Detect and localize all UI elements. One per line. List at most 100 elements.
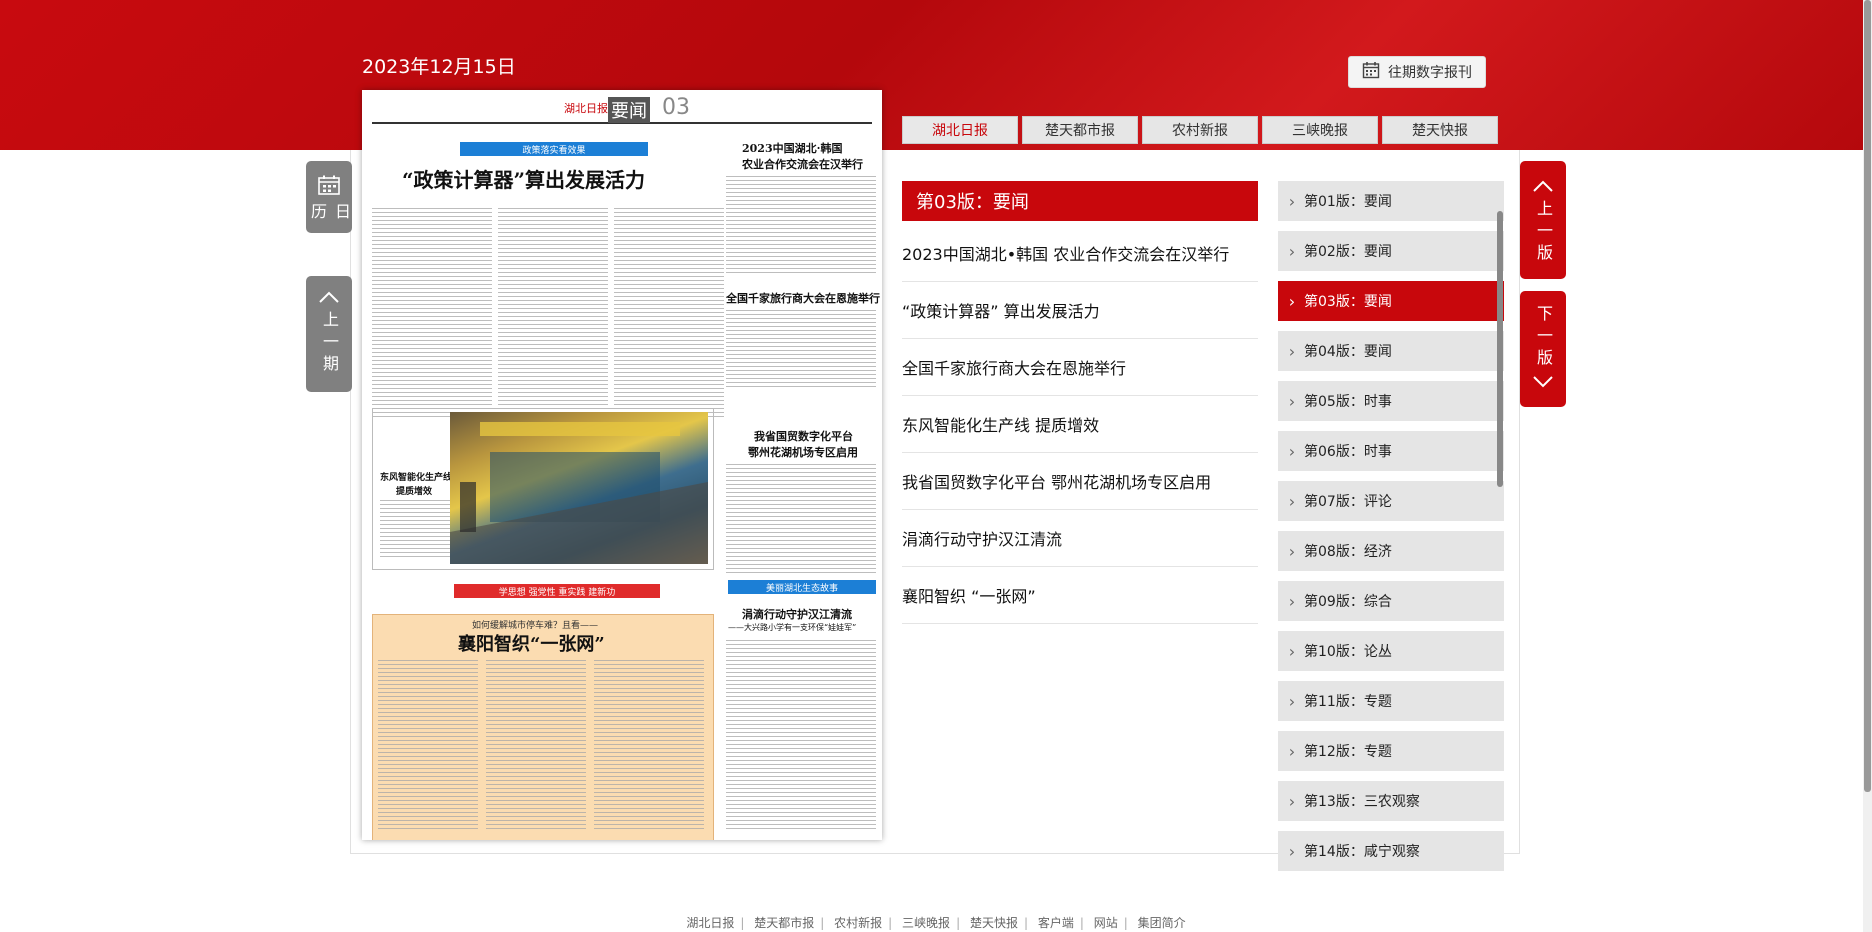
archive-button[interactable]: 往期数字报刊	[1348, 56, 1486, 88]
calendar-icon	[318, 175, 340, 199]
newspaper-headline-dongfeng-1: 东风智能化生产线	[380, 473, 453, 483]
newspaper-text-block	[726, 176, 876, 276]
edition-label: 第12版：专题	[1304, 744, 1392, 760]
edition-label: 第10版：论丛	[1304, 644, 1392, 660]
edition-item[interactable]: › 第05版：时事	[1278, 381, 1504, 421]
newspaper-text-block	[726, 640, 876, 830]
calendar-label: 日历	[308, 203, 351, 225]
tab-chutian-metropolis[interactable]: 楚天都市报	[1022, 116, 1138, 144]
footer-link[interactable]: 农村新报	[834, 916, 882, 930]
edition-item[interactable]: › 第09版：综合	[1278, 581, 1504, 621]
newspaper-headline-xiangyang: 襄阳智织“一张网”	[458, 634, 605, 655]
edition-item[interactable]: › 第11版：专题	[1278, 681, 1504, 721]
chevron-right-icon: ›	[1288, 691, 1296, 711]
newspaper-headline-tour: 全国千家旅行商大会在恩施举行	[726, 292, 880, 305]
footer-link[interactable]: 三峡晚报	[902, 916, 950, 930]
newspaper-section: 要闻	[608, 97, 650, 123]
edition-label: 第05版：时事	[1304, 394, 1392, 410]
calendar-icon	[1362, 61, 1380, 83]
newspaper-banner-eco: 美丽湖北生态故事	[728, 580, 876, 594]
newspaper-text-block	[378, 660, 478, 832]
footer-link[interactable]: 集团简介	[1138, 916, 1186, 930]
newspaper-subhead-river: ——大兴路小学有一支环保“娃娃军”	[728, 623, 857, 632]
footer-link[interactable]: 湖北日报	[686, 916, 734, 930]
edition-list-scrollbar[interactable]	[1497, 211, 1503, 487]
edition-item[interactable]: › 第06版：时事	[1278, 431, 1504, 471]
chevron-right-icon: ›	[1288, 791, 1296, 811]
newspaper-headline-trade-2: 鄂州花湖机场专区启用	[748, 446, 858, 459]
prev-issue-label: 上一期	[320, 311, 339, 377]
chevron-right-icon: ›	[1288, 541, 1296, 561]
edition-item[interactable]: › 第10版：论丛	[1278, 631, 1504, 671]
chevron-right-icon: ›	[1288, 191, 1296, 211]
prev-page-button[interactable]: 上一版	[1520, 161, 1566, 279]
newspaper-text-block	[614, 208, 724, 418]
next-page-label: 下一版	[1534, 305, 1553, 371]
edition-label: 第01版：要闻	[1304, 194, 1392, 210]
article-link[interactable]: “政策计算器” 算出发展活力	[902, 282, 1258, 339]
tab-hubei-daily[interactable]: 湖北日报	[902, 116, 1018, 144]
article-link[interactable]: 全国千家旅行商大会在恩施举行	[902, 339, 1258, 396]
chevron-right-icon: ›	[1288, 841, 1296, 861]
tab-three-gorges-evening[interactable]: 三峡晚报	[1262, 116, 1378, 144]
chevron-right-icon: ›	[1288, 341, 1296, 361]
tab-rural-news[interactable]: 农村新报	[1142, 116, 1258, 144]
archive-label: 往期数字报刊	[1388, 65, 1472, 81]
newspaper-text-block	[380, 500, 450, 560]
edition-list: › 第01版：要闻 › 第02版：要闻 › 第03版：要闻 › 第04版：要闻 › 第05…	[1278, 181, 1506, 871]
edition-label: 第07版：评论	[1304, 494, 1392, 510]
footer-link[interactable]: 楚天都市报	[754, 916, 814, 930]
newspaper-headline-dongfeng-2: 提质增效	[396, 487, 433, 497]
chevron-up-icon	[318, 288, 340, 307]
edition-label: 第08版：经济	[1304, 544, 1392, 560]
prev-issue-button[interactable]: 上一期	[306, 276, 352, 392]
article-link[interactable]: 襄阳智织 “一张网”	[902, 567, 1258, 624]
newspaper-logo: 湖北日报	[564, 102, 608, 115]
footer-link[interactable]: 客户端	[1038, 916, 1074, 930]
next-page-button[interactable]: 下一版	[1520, 291, 1566, 407]
edition-label: 第06版：时事	[1304, 444, 1392, 460]
edition-item[interactable]: › 第13版：三农观察	[1278, 781, 1504, 821]
newspaper-headline-korea-1: 2023中国湖北·韩国	[742, 142, 843, 155]
newspaper-headline-korea-2: 农业合作交流会在汉举行	[742, 158, 863, 171]
edition-item[interactable]: › 第14版：咸宁观察	[1278, 831, 1504, 871]
page-scrollbar-thumb[interactable]	[1864, 0, 1871, 792]
edition-label: 第14版：咸宁观察	[1304, 844, 1420, 860]
edition-item-active[interactable]: › 第03版：要闻	[1278, 281, 1504, 321]
edition-label: 第02版：要闻	[1304, 244, 1392, 260]
tab-chutian-express[interactable]: 楚天快报	[1382, 116, 1498, 144]
newspaper-banner-study: 学思想 强党性 重实践 建新功	[454, 584, 660, 598]
newspaper-page-number: 03	[662, 95, 690, 120]
article-link[interactable]: 2023中国湖北•韩国 农业合作交流会在汉举行	[902, 225, 1258, 282]
footer-link[interactable]: 网站	[1094, 916, 1118, 930]
edition-item[interactable]: › 第02版：要闻	[1278, 231, 1504, 271]
edition-item[interactable]: › 第07版：评论	[1278, 481, 1504, 521]
newspaper-text-block	[498, 208, 608, 418]
article-link[interactable]: 我省国贸数字化平台 鄂州花湖机场专区启用	[902, 453, 1258, 510]
calendar-button[interactable]: 日历	[306, 161, 352, 233]
edition-item[interactable]: › 第12版：专题	[1278, 731, 1504, 771]
edition-item[interactable]: › 第08版：经济	[1278, 531, 1504, 571]
newspaper-photo-factory	[450, 412, 708, 564]
newspaper-headline-main: “政策计算器”算出发展活力	[402, 168, 646, 192]
current-section-title: 第03版：要闻	[902, 181, 1258, 221]
newspaper-headline-river: 涓滴行动守护汉江清流	[742, 608, 852, 621]
edition-label: 第13版：三农观察	[1304, 794, 1420, 810]
newspaper-headline-trade-1: 我省国贸数字化平台	[754, 430, 853, 443]
edition-label: 第04版：要闻	[1304, 344, 1392, 360]
article-link[interactable]: 东风智能化生产线 提质增效	[902, 396, 1258, 453]
chevron-right-icon: ›	[1288, 291, 1296, 311]
footer-link[interactable]: 楚天快报	[970, 916, 1018, 930]
article-list: 2023中国湖北•韩国 农业合作交流会在汉举行 “政策计算器” 算出发展活力 全…	[902, 225, 1258, 624]
chevron-right-icon: ›	[1288, 641, 1296, 661]
footer-links: 湖北日报 | 楚天都市报 | 农村新报 | 三峡晚报 | 楚天快报 | 客户端 | 网站 | …	[686, 916, 1186, 930]
prev-page-label: 上一版	[1534, 200, 1553, 266]
article-link[interactable]: 涓滴行动守护汉江清流	[902, 510, 1258, 567]
edition-item[interactable]: › 第01版：要闻	[1278, 181, 1504, 221]
newspaper-page-image[interactable]: 湖北日报 要闻 03 政策落实看效果 “政策计算器”算出发展活力 2023中国湖…	[362, 90, 882, 840]
edition-item[interactable]: › 第04版：要闻	[1278, 331, 1504, 371]
newspaper-text-block	[486, 660, 586, 832]
chevron-right-icon: ›	[1288, 441, 1296, 461]
chevron-right-icon: ›	[1288, 241, 1296, 261]
chevron-down-icon	[1532, 373, 1554, 392]
